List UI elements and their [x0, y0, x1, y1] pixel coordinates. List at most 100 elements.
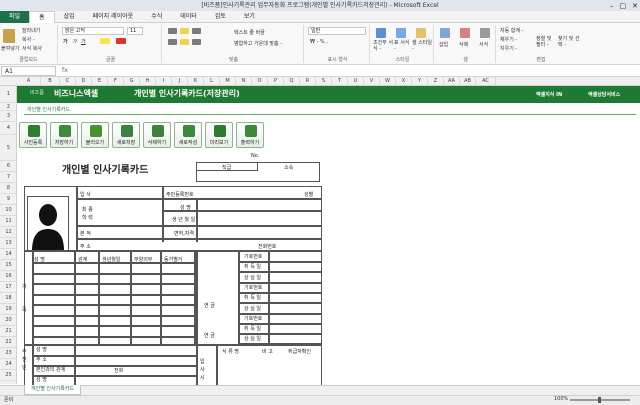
paste-button[interactable]: 붙여넣기: [1, 45, 19, 52]
zoom-slider-knob[interactable]: [598, 397, 601, 403]
column-header[interactable]: G: [124, 77, 140, 86]
column-header[interactable]: M: [220, 77, 236, 86]
tab-file[interactable]: 파일: [0, 10, 30, 23]
tab-review[interactable]: 검토: [206, 11, 235, 23]
column-header[interactable]: AC: [476, 77, 496, 86]
column-header[interactable]: T: [332, 77, 348, 86]
column-header[interactable]: N: [236, 77, 252, 86]
column-header[interactable]: W: [380, 77, 396, 86]
row-header[interactable]: 9: [0, 194, 17, 205]
action-button-2[interactable]: 저장하기: [50, 122, 78, 148]
column-header[interactable]: F: [108, 77, 124, 86]
action-button-6[interactable]: 새로작성: [174, 122, 202, 148]
minimize-icon[interactable]: –: [610, 2, 614, 10]
column-header[interactable]: J: [172, 77, 188, 86]
action-button-3[interactable]: 불러오기: [81, 122, 109, 148]
table-format-button[interactable]: 표 서식 -: [394, 40, 412, 52]
row-header[interactable]: 22: [0, 337, 17, 348]
row-header[interactable]: 15: [0, 260, 17, 271]
button-label[interactable]: 불러오기: [82, 139, 108, 146]
column-header[interactable]: D: [76, 77, 92, 86]
find-select-button[interactable]: 찾기 및 선택 -: [558, 36, 580, 48]
format-cells-icon[interactable]: [480, 28, 490, 38]
conditional-format-icon[interactable]: [376, 28, 386, 38]
row-header[interactable]: 24: [0, 359, 17, 370]
tab-data[interactable]: 데이터: [171, 11, 206, 23]
maximize-icon[interactable]: □: [620, 2, 627, 10]
font-color-icon[interactable]: [116, 38, 126, 44]
action-button-4[interactable]: 새로저장: [112, 122, 140, 148]
paste-icon[interactable]: [3, 29, 15, 43]
column-header[interactable]: AA: [444, 77, 460, 86]
clear-button[interactable]: 지우기 -: [500, 45, 517, 52]
underline-button[interactable]: 가: [81, 38, 86, 45]
align-top-icon[interactable]: [168, 28, 177, 34]
column-header[interactable]: L: [204, 77, 220, 86]
excel-knowledge-link[interactable]: 엑셀지식 IN: [536, 91, 562, 98]
row-header[interactable]: 13: [0, 238, 17, 249]
column-header[interactable]: U: [348, 77, 364, 86]
column-header[interactable]: A: [17, 77, 41, 86]
row-header[interactable]: 7: [0, 172, 17, 183]
column-header[interactable]: O: [252, 77, 268, 86]
insert-cells-icon[interactable]: [440, 28, 450, 38]
align-left-icon[interactable]: [168, 39, 177, 45]
tab-insert[interactable]: 삽입: [55, 11, 84, 23]
column-header[interactable]: AB: [460, 77, 476, 86]
delete-button[interactable]: 삭제: [459, 41, 468, 48]
row-header[interactable]: 5: [0, 135, 17, 161]
row-header[interactable]: 1: [0, 86, 17, 103]
row-header[interactable]: 10: [0, 205, 17, 216]
delete-cells-icon[interactable]: [460, 28, 470, 38]
action-button-5[interactable]: 삭제하기: [143, 122, 171, 148]
row-header[interactable]: 14: [0, 249, 17, 260]
autosum-button[interactable]: 자동 합계 -: [500, 27, 523, 34]
conditional-format-button[interactable]: 조건부 서식 -: [373, 40, 393, 52]
button-label[interactable]: 삭제하기: [144, 139, 170, 146]
row-header[interactable]: 19: [0, 304, 17, 315]
row-header[interactable]: 2: [0, 103, 17, 111]
row-header[interactable]: 25: [0, 370, 17, 381]
align-middle-icon[interactable]: [180, 28, 189, 34]
row-header[interactable]: 20: [0, 315, 17, 326]
number-format-select[interactable]: 일반: [308, 27, 366, 35]
column-header[interactable]: S: [316, 77, 332, 86]
merge-center-button[interactable]: 병합하고 가운데 맞춤 -: [234, 40, 282, 47]
column-header[interactable]: X: [396, 77, 412, 86]
button-label[interactable]: 출력하기: [237, 139, 263, 146]
column-header[interactable]: Z: [428, 77, 444, 86]
wrap-text-button[interactable]: 텍스트 줄 바꿈: [234, 29, 265, 36]
button-label[interactable]: 새로작성: [175, 139, 201, 146]
font-name-select[interactable]: 맑은 고딕: [62, 27, 124, 35]
column-header[interactable]: C: [60, 77, 76, 86]
action-button-8[interactable]: 출력하기: [236, 122, 264, 148]
column-header[interactable]: V: [364, 77, 380, 86]
cut-button[interactable]: 잘라내기: [22, 27, 40, 34]
column-header[interactable]: P: [268, 77, 284, 86]
action-button-7[interactable]: 미리보기: [205, 122, 233, 148]
fill-color-icon[interactable]: [100, 38, 110, 44]
button-label[interactable]: 사진등록: [20, 139, 46, 146]
column-header[interactable]: K: [188, 77, 204, 86]
row-header[interactable]: 11: [0, 216, 17, 227]
percent-button[interactable]: ₩ - % ,: [310, 39, 328, 45]
fill-button[interactable]: 채우기 -: [500, 36, 517, 43]
column-header[interactable]: H: [140, 77, 156, 86]
font-size-select[interactable]: 11: [127, 27, 143, 35]
sheet-tab[interactable]: 개인별 인사기록카드: [24, 385, 81, 395]
align-center-icon[interactable]: [180, 39, 189, 45]
excel-consult-link[interactable]: 엑셀상담서비스: [588, 91, 620, 98]
column-header[interactable]: Y: [412, 77, 428, 86]
row-header[interactable]: 3: [0, 111, 17, 122]
row-header[interactable]: 12: [0, 227, 17, 238]
fx-icon[interactable]: fx: [62, 66, 68, 76]
name-box[interactable]: A1: [1, 66, 56, 76]
copy-button[interactable]: 복사 -: [22, 36, 35, 43]
column-header[interactable]: B: [41, 77, 60, 86]
column-header[interactable]: E: [92, 77, 108, 86]
cell-style-icon[interactable]: [416, 28, 426, 38]
action-button-1[interactable]: 사진등록: [19, 122, 47, 148]
column-header[interactable]: Q: [284, 77, 300, 86]
row-header[interactable]: 6: [0, 161, 17, 172]
sort-filter-button[interactable]: 정렬 및 필터 -: [536, 36, 556, 48]
